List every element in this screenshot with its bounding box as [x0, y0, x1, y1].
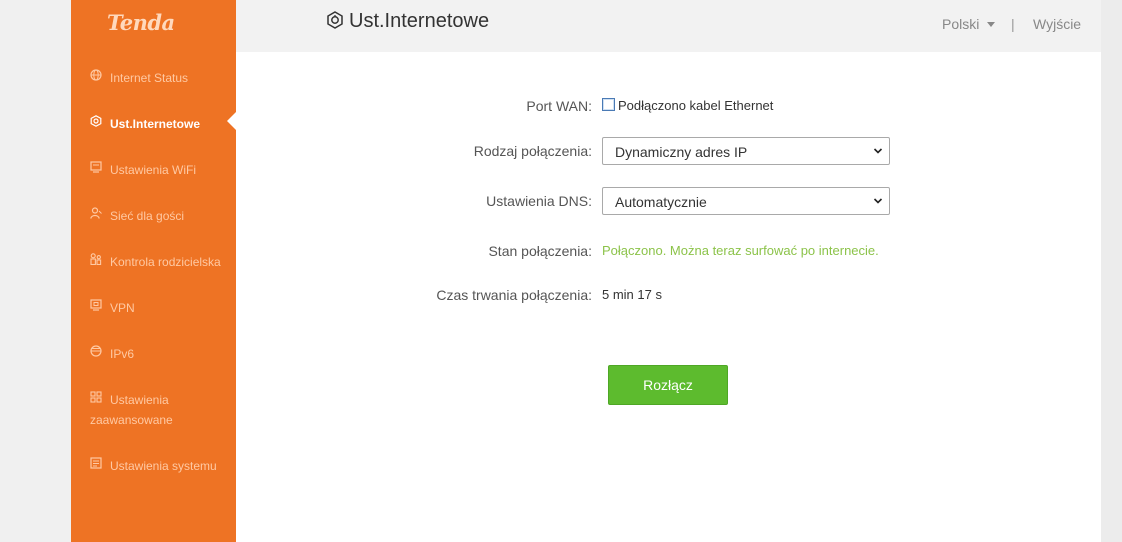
chevron-down-icon	[873, 198, 883, 204]
sidebar-item-label: Ustawienia systemu	[110, 459, 217, 473]
sidebar-item-label: IPv6	[110, 347, 135, 361]
sidebar-item-label: VPN	[110, 301, 135, 315]
guest-icon	[90, 207, 102, 219]
connection-status-label: Stan połączenia:	[488, 243, 592, 259]
vpn-icon	[90, 299, 102, 311]
dns-select[interactable]: Automatycznie	[602, 187, 890, 215]
globe-icon	[90, 69, 102, 81]
internet-settings-icon	[90, 115, 102, 127]
wifi-settings-icon	[90, 161, 102, 173]
tenda-logo: Tenda	[107, 10, 175, 35]
page-title-text: Ust.Internetowe	[349, 10, 490, 32]
header: Ust.Internetowe Polski | Wyjście	[236, 0, 1101, 52]
active-item-pointer	[227, 112, 236, 130]
chevron-down-icon	[873, 148, 883, 154]
sidebar-item-label: Ustawienia zaawansowane	[90, 393, 173, 427]
header-separator: |	[1011, 16, 1015, 32]
connection-type-value: Dynamiczny adres IP	[615, 144, 748, 160]
port-wan-label: Port WAN:	[526, 98, 592, 114]
language-label: Polski	[942, 16, 980, 32]
port-wan-text: Podłączono kabel Ethernet	[618, 98, 774, 113]
main-content: Port WAN: Podłączono kabel Ethernet Rodz…	[236, 52, 1101, 542]
sidebar-item-label: Ustawienia WiFi	[110, 163, 197, 177]
sidebar-item-label: Internet Status	[110, 71, 189, 85]
parental-icon	[90, 253, 102, 265]
disconnect-button[interactable]: Rozłącz	[608, 365, 728, 405]
system-icon	[90, 457, 102, 469]
scroll-track	[1101, 0, 1122, 542]
connection-type-label: Rodzaj połączenia:	[473, 143, 592, 159]
connection-duration-label: Czas trwania połączenia:	[436, 287, 592, 303]
port-wan-value: Podłączono kabel Ethernet	[602, 98, 773, 113]
page-title: Ust.Internetowe	[326, 10, 489, 33]
dns-label: Ustawienia DNS:	[486, 193, 592, 209]
connection-type-select[interactable]: Dynamiczny adres IP	[602, 137, 890, 165]
connection-duration-value: 5 min 17 s	[602, 287, 662, 302]
sidebar-item-label: Kontrola rodzicielska	[110, 255, 221, 269]
logout-link[interactable]: Wyjście	[1033, 16, 1081, 32]
connection-status-value: Połączono. Można teraz surfować po inter…	[602, 243, 879, 258]
caret-down-icon	[987, 22, 996, 27]
ethernet-status-icon	[602, 98, 615, 111]
language-select[interactable]: Polski	[942, 16, 996, 32]
dns-value: Automatycznie	[615, 194, 707, 210]
sidebar: Tenda Internet Status Ust.Internetowe Us…	[71, 0, 236, 542]
ipv6-icon	[90, 345, 102, 357]
sidebar-item-label: Sieć dla gości	[110, 209, 185, 223]
sidebar-item-label: Ust.Internetowe	[110, 117, 201, 131]
internet-settings-icon	[327, 11, 343, 29]
